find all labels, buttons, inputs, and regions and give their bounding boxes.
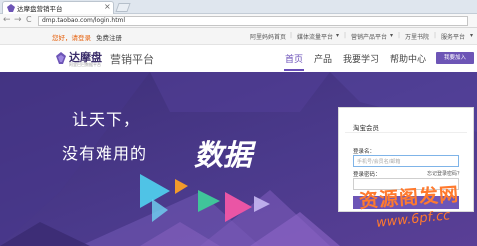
divider: | bbox=[290, 32, 293, 39]
back-arrow-icon[interactable]: ← bbox=[3, 15, 11, 25]
dmp-favicon-icon bbox=[7, 4, 15, 12]
nav-home[interactable]: 首页 bbox=[285, 52, 303, 65]
browser-toolbar: ← → C dmp.taobao.com/login.html bbox=[0, 14, 477, 28]
toplink-media-traffic[interactable]: 媒体流量平台 bbox=[297, 32, 333, 41]
browser-tab-title: 达摩盘营销平台 bbox=[17, 5, 63, 13]
logo-subtitle: 阿里巴巴数据平台 bbox=[69, 62, 101, 67]
divider: | bbox=[434, 32, 437, 39]
close-tab-icon[interactable]: × bbox=[104, 2, 111, 11]
username-input[interactable]: 手机号/会员名/邮箱 bbox=[353, 155, 459, 167]
pink-play-icon bbox=[225, 192, 252, 222]
chevron-down-icon: ▾ bbox=[470, 32, 474, 39]
username-label: 登录名： bbox=[353, 149, 376, 155]
site-top-bar: 您好，请登录 免费注册 阿里妈妈首页 | 媒体流量平台 ▾ | 营销产品平台 ▾… bbox=[0, 28, 477, 45]
new-tab-button[interactable] bbox=[115, 3, 131, 12]
divider bbox=[345, 132, 467, 133]
forward-arrow-icon[interactable]: → bbox=[14, 15, 22, 25]
join-button[interactable]: 我要加入 bbox=[436, 52, 474, 64]
username-placeholder: 手机号/会员名/邮箱 bbox=[357, 159, 401, 165]
toplink-service-platform[interactable]: 服务平台 bbox=[441, 32, 465, 41]
password-label: 登录密码： bbox=[353, 172, 381, 178]
banner-slogan-highlight: 数据 bbox=[194, 138, 253, 172]
login-panel-title: 淘宝会员 bbox=[353, 124, 379, 132]
browser-tab-bar: 达摩盘营销平台 × bbox=[0, 0, 477, 14]
banner-slogan-line1: 让天下， bbox=[72, 110, 141, 129]
toplink-marketing-products[interactable]: 营销产品平台 bbox=[351, 32, 387, 41]
login-prompt-link[interactable]: 您好，请登录 bbox=[52, 32, 91, 42]
toplink-wanli-academy[interactable]: 万里书院 bbox=[405, 32, 429, 41]
reload-icon[interactable]: C bbox=[26, 15, 32, 24]
nav-learn[interactable]: 我要学习 bbox=[343, 52, 379, 65]
divider: | bbox=[398, 32, 401, 39]
chevron-down-icon: ▾ bbox=[336, 32, 340, 39]
orange-play-icon bbox=[175, 179, 188, 194]
register-link[interactable]: 免费注册 bbox=[96, 32, 122, 42]
platform-title: 营销平台 bbox=[110, 53, 154, 66]
toplink-alimama-home[interactable]: 阿里妈妈首页 bbox=[250, 32, 286, 41]
address-url: dmp.taobao.com/login.html bbox=[42, 17, 126, 24]
nav-active-indicator bbox=[284, 69, 304, 71]
nav-products[interactable]: 产品 bbox=[314, 52, 332, 65]
forgot-password-link[interactable]: 忘记登录密码？ bbox=[427, 170, 462, 177]
nav-help-center[interactable]: 帮助中心 bbox=[390, 52, 426, 65]
divider: | bbox=[344, 32, 347, 39]
dmp-logo-icon[interactable] bbox=[56, 52, 66, 64]
chevron-down-icon: ▾ bbox=[390, 32, 394, 39]
site-header: 达摩盘 阿里巴巴数据平台 营销平台 首页 产品 我要学习 帮助中心 我要加入 bbox=[0, 45, 477, 72]
browser-tab[interactable]: 达摩盘营销平台 × bbox=[2, 1, 114, 14]
address-bar[interactable]: dmp.taobao.com/login.html bbox=[38, 16, 468, 26]
green-play-icon bbox=[198, 190, 220, 212]
banner-slogan-line2: 没有难用的 bbox=[62, 144, 148, 163]
play-arrows-graphic bbox=[140, 174, 270, 222]
